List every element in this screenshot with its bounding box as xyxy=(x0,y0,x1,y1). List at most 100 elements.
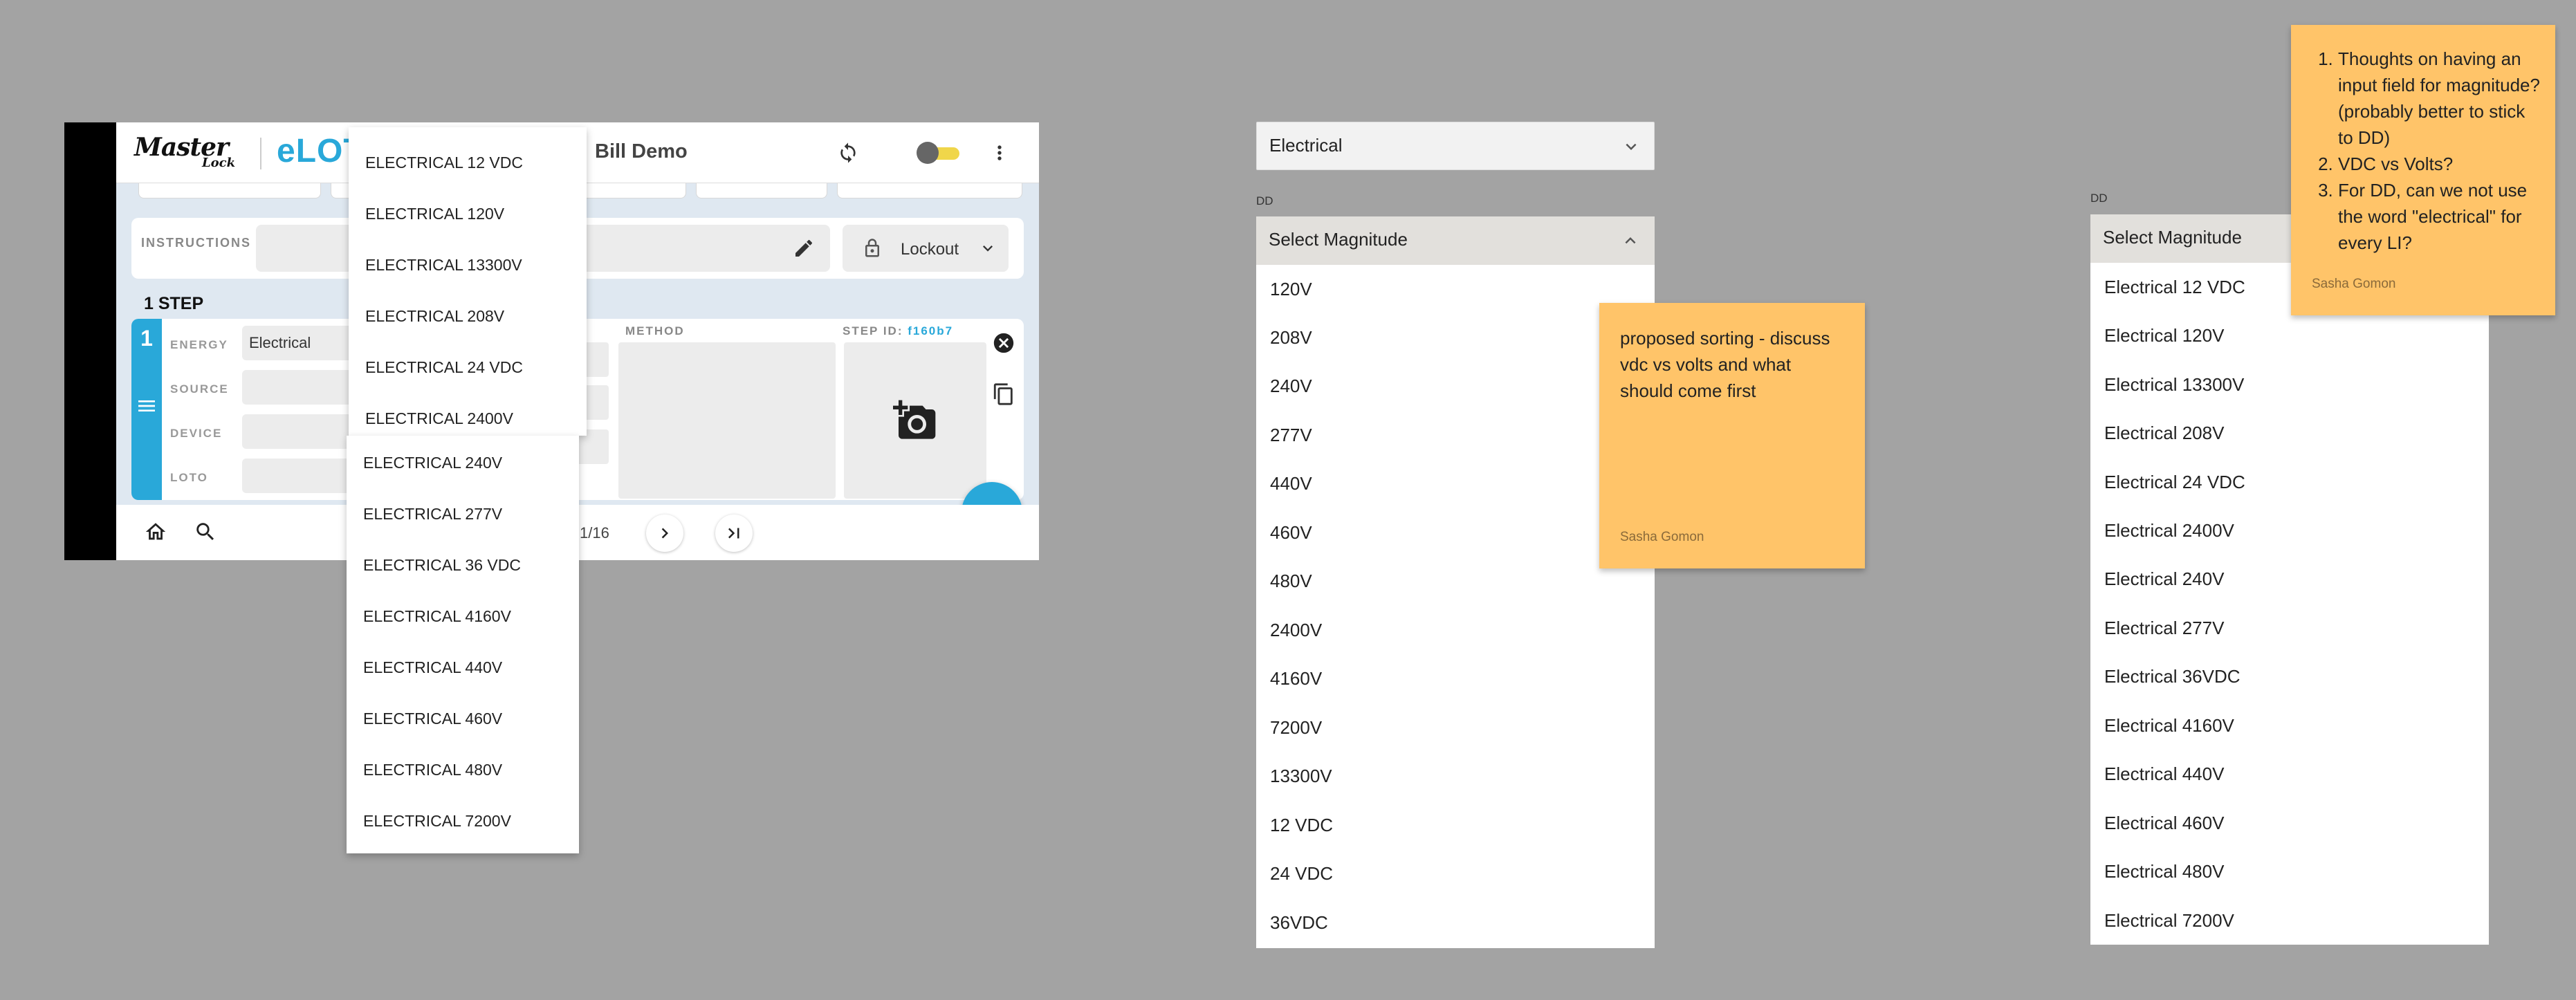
magnitude-option[interactable]: 120V xyxy=(1270,279,1312,300)
sync-button[interactable] xyxy=(831,136,865,170)
lockout-label: Lockout xyxy=(901,240,959,259)
step-number: 1 xyxy=(140,326,153,351)
menu-item[interactable]: ELECTRICAL 13300V xyxy=(365,256,522,275)
magnitude-option[interactable]: 460V xyxy=(1270,522,1312,544)
magnitude-option[interactable]: Electrical 277V xyxy=(2104,618,2224,639)
last-page-button[interactable] xyxy=(715,515,753,552)
magnitude-option[interactable]: Electrical 36VDC xyxy=(2104,666,2241,687)
device-label: DEVICE xyxy=(170,427,223,440)
energy-select-value: Electrical xyxy=(1269,135,1343,156)
magnitude-option[interactable]: Electrical 2400V xyxy=(2104,520,2234,541)
magnitude-option[interactable]: 4160V xyxy=(1270,668,1322,689)
energy-dropdown-menu-continued: ELECTRICAL 240V ELECTRICAL 277V ELECTRIC… xyxy=(347,436,579,853)
edit-button[interactable] xyxy=(793,237,815,259)
dd-tag: DD xyxy=(1256,194,1273,207)
magnitude-option[interactable]: Electrical 480V xyxy=(2104,861,2224,882)
magnitude-option[interactable]: 240V xyxy=(1270,376,1312,397)
menu-item[interactable]: ELECTRICAL 208V xyxy=(365,307,504,326)
page-indicator: 1/16 xyxy=(580,524,609,541)
menu-item[interactable]: ELECTRICAL 240V xyxy=(363,454,502,472)
edit-icon xyxy=(795,239,813,257)
magnitude-option[interactable]: 12 VDC xyxy=(1270,815,1333,836)
menu-item[interactable]: ELECTRICAL 277V xyxy=(363,505,502,524)
brand-logo-sub: Lock xyxy=(202,156,236,170)
menu-item[interactable]: ELECTRICAL 120V xyxy=(365,205,504,223)
menu-item[interactable]: ELECTRICAL 12 VDC xyxy=(365,154,523,172)
question-item: VDC vs Volts? xyxy=(2338,151,2543,177)
home-button[interactable] xyxy=(144,520,167,544)
magnitude-option[interactable]: 208V xyxy=(1270,327,1312,349)
logo-divider xyxy=(260,138,261,169)
menu-item[interactable]: ELECTRICAL 36 VDC xyxy=(363,556,521,575)
last-page-icon xyxy=(728,528,739,539)
magnitude-placeholder: Select Magnitude xyxy=(1269,229,1408,250)
toggle-switch[interactable] xyxy=(917,142,959,164)
instructions-label: INSTRUCTIONS xyxy=(141,236,251,250)
magnitude-option[interactable]: Electrical 240V xyxy=(2104,568,2224,590)
magnitude-option[interactable]: Electrical 13300V xyxy=(2104,374,2244,396)
magnitude-option[interactable]: Electrical 4160V xyxy=(2104,715,2234,737)
sticky-note-author: Sasha Gomon xyxy=(1620,530,1704,544)
menu-item[interactable]: ELECTRICAL 480V xyxy=(363,761,502,779)
magnitude-options: 120V 208V 240V 277V 440V 460V 480V 2400V… xyxy=(1256,265,1655,948)
step-id-label: STEP ID: xyxy=(843,324,903,337)
menu-icon xyxy=(136,395,158,417)
step-drag-handle[interactable]: 1 xyxy=(131,319,162,500)
lockout-select[interactable]: Lockout xyxy=(843,225,1009,272)
magnitude-option[interactable]: 480V xyxy=(1270,571,1312,592)
magnitude-option[interactable]: Electrical 12 VDC xyxy=(2104,277,2245,298)
magnitude-option[interactable]: Electrical 7200V xyxy=(2104,910,2234,932)
top-field-stub xyxy=(837,183,1022,198)
magnitude-option[interactable]: 24 VDC xyxy=(1270,863,1333,885)
magnitude-option[interactable]: 440V xyxy=(1270,473,1312,494)
app-left-bar xyxy=(64,122,116,560)
remove-step-button[interactable] xyxy=(992,331,1015,355)
energy-select[interactable]: Electrical xyxy=(1256,122,1655,170)
magnitude-option[interactable]: Electrical 208V xyxy=(2104,423,2224,444)
source-label: SOURCE xyxy=(170,382,229,396)
search-button[interactable] xyxy=(194,520,217,544)
magnitude-option[interactable]: 2400V xyxy=(1270,620,1322,641)
magnitude-options-alt: Electrical 12 VDC Electrical 120V Electr… xyxy=(2090,263,2489,945)
chevron-down-icon xyxy=(1621,136,1641,157)
header-user: Bill Demo xyxy=(595,140,688,163)
add-photo-icon xyxy=(893,400,936,439)
magnitude-placeholder: Select Magnitude xyxy=(2103,227,2242,248)
magnitude-option[interactable]: Electrical 440V xyxy=(2104,763,2224,785)
energy-dropdown-menu: ELECTRICAL 12 VDC ELECTRICAL 120V ELECTR… xyxy=(349,127,587,436)
menu-item[interactable]: ELECTRICAL 440V xyxy=(363,658,502,677)
next-page-button[interactable] xyxy=(646,515,683,552)
close-circle-icon xyxy=(993,333,1014,353)
chevron-up-icon xyxy=(1620,230,1641,251)
step-count: 1 STEP xyxy=(144,294,204,313)
step-id: STEP ID: f160b7 xyxy=(843,324,953,338)
menu-item[interactable]: ELECTRICAL 2400V xyxy=(365,409,513,428)
loto-label: LOTO xyxy=(170,471,208,484)
magnitude-option[interactable]: Electrical 24 VDC xyxy=(2104,472,2245,493)
add-photo-button[interactable] xyxy=(844,342,986,499)
menu-item[interactable]: ELECTRICAL 4160V xyxy=(363,607,511,626)
magnitude-option[interactable]: 13300V xyxy=(1270,766,1332,787)
magnitude-option[interactable]: 36VDC xyxy=(1270,912,1328,934)
dd-tag: DD xyxy=(2090,192,2108,205)
magnitude-option[interactable]: 277V xyxy=(1270,425,1312,446)
magnitude-option[interactable]: 7200V xyxy=(1270,717,1322,739)
magnitude-option[interactable]: Electrical 460V xyxy=(2104,813,2224,834)
energy-value: Electrical xyxy=(249,334,311,351)
toggle-thumb xyxy=(917,142,939,164)
copy-icon xyxy=(993,383,1013,405)
more-button[interactable] xyxy=(982,136,1017,170)
step-id-value: f160b7 xyxy=(908,324,954,337)
method-box[interactable] xyxy=(618,342,836,499)
magnitude-option[interactable]: Electrical 120V xyxy=(2104,325,2224,346)
magnitude-select[interactable]: Select Magnitude xyxy=(1256,216,1655,265)
menu-item[interactable]: ELECTRICAL 24 VDC xyxy=(365,358,523,377)
sync-icon xyxy=(840,142,856,163)
menu-item[interactable]: ELECTRICAL 460V xyxy=(363,710,502,728)
menu-item[interactable]: ELECTRICAL 7200V xyxy=(363,812,511,831)
sticky-note-questions[interactable]: Thoughts on having an input field for ma… xyxy=(2291,25,2555,315)
sticky-note-sorting[interactable]: proposed sorting - discuss vdc vs volts … xyxy=(1599,303,1865,568)
home-icon xyxy=(145,523,166,540)
copy-step-button[interactable] xyxy=(992,382,1015,406)
method-label: METHOD xyxy=(625,324,685,337)
